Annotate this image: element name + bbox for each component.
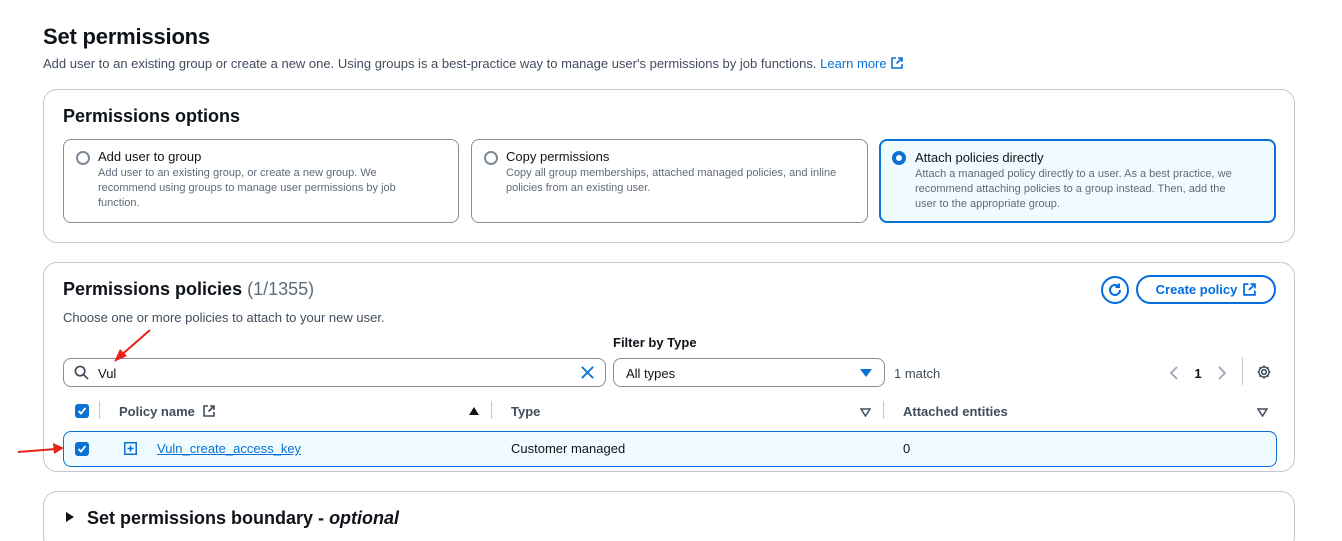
option-add-user-to-group[interactable]: Add user to group Add user to an existin… (63, 139, 459, 223)
permissions-options-panel: Permissions options Add user to group Ad… (43, 89, 1295, 243)
option-title: Copy permissions (506, 149, 610, 164)
attached-entities-cell: 0 (903, 441, 911, 456)
chevron-left-icon (1169, 366, 1178, 380)
learn-more-label: Learn more (820, 56, 887, 71)
expand-plus-icon[interactable] (124, 442, 137, 455)
pagination: 1 (1164, 363, 1232, 383)
check-icon (77, 445, 87, 453)
external-link-icon (202, 405, 215, 417)
permissions-options-heading: Permissions options (63, 106, 241, 126)
chevron-right-icon (1218, 366, 1227, 380)
sort-ascending-icon[interactable] (469, 407, 479, 415)
desc-line: policies from an existing user. (506, 182, 651, 194)
next-page-button[interactable] (1212, 363, 1232, 383)
policy-type-cell: Customer managed (511, 441, 626, 456)
filter-type-select[interactable]: All types (613, 358, 885, 387)
page-description-text: Add user to an existing group or create … (43, 56, 817, 71)
create-policy-label: Create policy (1155, 282, 1238, 297)
match-count: 1 match (894, 366, 941, 381)
external-link-icon (890, 57, 903, 69)
policy-name-link[interactable]: Vuln_create_access_key (157, 441, 301, 456)
column-separator (99, 401, 100, 419)
desc-line: user to the appropriate group. (915, 198, 1060, 210)
column-header-attached-entities[interactable]: Attached entities (903, 404, 1008, 419)
page-title: Set permissions (43, 24, 210, 49)
check-icon (77, 407, 87, 415)
column-header-type[interactable]: Type (511, 404, 540, 419)
desc-line: Attach a managed policy directly to a us… (915, 168, 1232, 180)
desc-line: function. (98, 197, 140, 209)
option-description: Copy all group memberships, attached man… (506, 166, 855, 196)
pagination-divider (1242, 357, 1243, 385)
select-all-checkbox[interactable] (75, 404, 89, 418)
column-separator (491, 401, 492, 419)
caret-down-icon (860, 369, 872, 377)
policies-heading-text: Permissions policies (63, 279, 243, 299)
create-policy-button[interactable]: Create policy (1136, 275, 1276, 304)
refresh-button[interactable] (1101, 276, 1129, 304)
sort-icon[interactable] (1257, 408, 1268, 417)
column-header-policy-name[interactable]: Policy name (119, 404, 215, 419)
radio-add-user-to-group[interactable] (76, 151, 90, 165)
refresh-icon (1109, 283, 1121, 296)
column-separator (883, 401, 884, 419)
search-icon (74, 365, 89, 380)
search-value: Vul (98, 366, 117, 381)
permissions-policies-panel: Permissions policies (1/1355) Choose one… (43, 262, 1295, 472)
option-attach-policies-directly[interactable]: Attach policies directly Attach a manage… (879, 139, 1276, 223)
boundary-title-text: Set permissions boundary - (87, 508, 330, 528)
learn-more-link[interactable]: Learn more (820, 56, 903, 71)
sort-icon[interactable] (860, 408, 871, 417)
gear-icon[interactable] (1256, 364, 1272, 380)
filter-type-value: All types (626, 366, 676, 381)
desc-line: recommend attaching policies to a group … (915, 183, 1226, 195)
permissions-boundary-panel[interactable]: Set permissions boundary - optional (43, 491, 1295, 541)
desc-line: Copy all group memberships, attached man… (506, 167, 837, 179)
clear-icon[interactable] (580, 365, 595, 380)
policies-count: (1/1355) (247, 279, 315, 299)
radio-copy-permissions[interactable] (484, 151, 498, 165)
page-number[interactable]: 1 (1190, 366, 1206, 381)
page-description: Add user to an existing group or create … (43, 56, 903, 71)
permissions-boundary-heading[interactable]: Set permissions boundary - optional (87, 508, 399, 529)
filter-by-type-label: Filter by Type (613, 335, 697, 350)
desc-line: recommend using groups to manage user pe… (98, 182, 396, 194)
policies-subtext: Choose one or more policies to attach to… (63, 310, 385, 325)
option-title: Attach policies directly (915, 150, 1044, 165)
table-row[interactable]: Vuln_create_access_key Customer managed … (63, 431, 1277, 467)
permissions-policies-heading: Permissions policies (1/1355) (63, 279, 314, 300)
option-description: Attach a managed policy directly to a us… (915, 167, 1262, 212)
external-link-icon (1243, 283, 1257, 296)
radio-attach-policies-directly[interactable] (892, 151, 906, 165)
policy-search-input[interactable]: Vul (63, 358, 606, 387)
policy-name-header-label: Policy name (119, 404, 195, 419)
option-title: Add user to group (98, 149, 202, 164)
desc-line: Add user to an existing group, or create… (98, 167, 377, 179)
row-checkbox[interactable] (75, 442, 89, 456)
caret-right-icon[interactable] (66, 512, 74, 522)
option-description: Add user to an existing group, or create… (98, 166, 446, 211)
previous-page-button[interactable] (1164, 363, 1184, 383)
boundary-optional-label: optional (329, 508, 400, 528)
option-copy-permissions[interactable]: Copy permissions Copy all group membersh… (471, 139, 868, 223)
